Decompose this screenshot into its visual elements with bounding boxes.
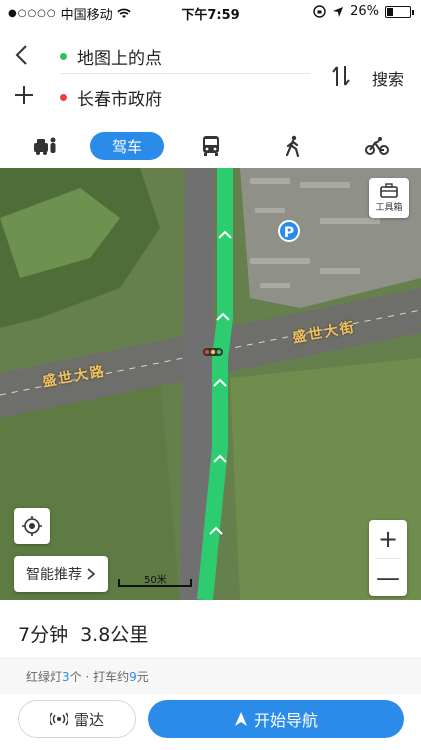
- tab-bike[interactable]: [362, 132, 392, 160]
- route-duration: 7分钟: [18, 624, 69, 646]
- toolbox-label: 工具箱: [375, 203, 403, 213]
- walk-icon: [285, 135, 300, 157]
- navigation-arrow-icon: [234, 712, 247, 726]
- chevron-right-icon: [87, 568, 96, 580]
- destination-field[interactable]: 长春市政府: [60, 80, 310, 114]
- zoom-in-button[interactable]: +: [369, 520, 407, 558]
- tab-walk[interactable]: [278, 132, 308, 160]
- status-bar: ●○○○○ 中国移动 下午7:59 26%: [0, 0, 421, 24]
- origin-text: 地图上的点: [77, 49, 162, 69]
- battery-icon: [385, 5, 414, 18]
- start-navigation-button[interactable]: 开始导航: [148, 700, 404, 738]
- traffic-lights-suffix: 个 · 打车约: [69, 670, 130, 684]
- route-header: 地图上的点 长春市政府 搜索: [0, 24, 421, 124]
- radar-button[interactable]: 雷达: [18, 700, 136, 738]
- zoom-out-button[interactable]: —: [369, 559, 407, 597]
- search-button[interactable]: 搜索: [372, 66, 404, 90]
- taxi-icon: [34, 137, 56, 155]
- travel-mode-tabs: 驾车: [0, 124, 421, 168]
- start-navigation-label: 开始导航: [253, 711, 318, 730]
- smart-recommend-label: 智能推荐: [26, 567, 82, 583]
- location-arrow-icon: [333, 6, 344, 17]
- route-summary[interactable]: 7分钟 3.8公里: [18, 620, 148, 647]
- tab-taxi[interactable]: [30, 132, 60, 160]
- locate-icon: [22, 516, 42, 536]
- taxi-fare: 9: [129, 669, 137, 684]
- tab-drive[interactable]: 驾车: [90, 132, 164, 160]
- origin-field[interactable]: 地图上的点: [60, 40, 310, 74]
- plus-icon: [15, 86, 33, 104]
- swap-route-button[interactable]: [330, 64, 352, 88]
- tab-bus[interactable]: [196, 132, 226, 160]
- origin-dot-icon: [60, 53, 67, 60]
- map-view[interactable]: 盛世大路 盛世大街 工具箱 P 智能推荐 50米 + —: [0, 168, 421, 600]
- route-summary-panel: 7分钟 3.8公里 红绿灯 3 个 · 打车约 9 元 雷达 开始导航: [0, 600, 421, 750]
- tab-drive-label: 驾车: [111, 137, 142, 156]
- toolbox-icon: [380, 183, 398, 198]
- back-button[interactable]: [14, 44, 36, 66]
- locate-me-button[interactable]: [14, 508, 50, 544]
- destination-dot-icon: [60, 93, 67, 101]
- parking-marker[interactable]: P: [278, 220, 300, 242]
- radar-label: 雷达: [73, 710, 104, 729]
- bike-icon: [365, 137, 389, 155]
- destination-text: 长春市政府: [77, 89, 162, 110]
- route-details: 红绿灯 3 个 · 打车约 9 元: [0, 658, 421, 694]
- smart-recommend-button[interactable]: 智能推荐: [14, 556, 108, 592]
- traffic-lights-prefix: 红绿灯: [26, 670, 63, 684]
- chevron-left-icon: [15, 45, 27, 65]
- traffic-lights-count: 3: [62, 669, 70, 684]
- swap-arrows-icon: [332, 66, 350, 86]
- radar-icon: [49, 712, 68, 726]
- rotation-lock-icon: [313, 5, 326, 18]
- route-distance: 3.8公里: [80, 624, 149, 646]
- battery-percent: 26%: [350, 4, 379, 19]
- bus-icon: [203, 136, 219, 156]
- add-waypoint-button[interactable]: [14, 84, 38, 108]
- toolbox-button[interactable]: 工具箱: [369, 178, 409, 218]
- zoom-controls: + —: [369, 520, 407, 596]
- scale-label: 50米: [144, 575, 167, 586]
- taxi-fare-suffix: 元: [136, 670, 149, 684]
- map-scale: 50米: [118, 572, 192, 587]
